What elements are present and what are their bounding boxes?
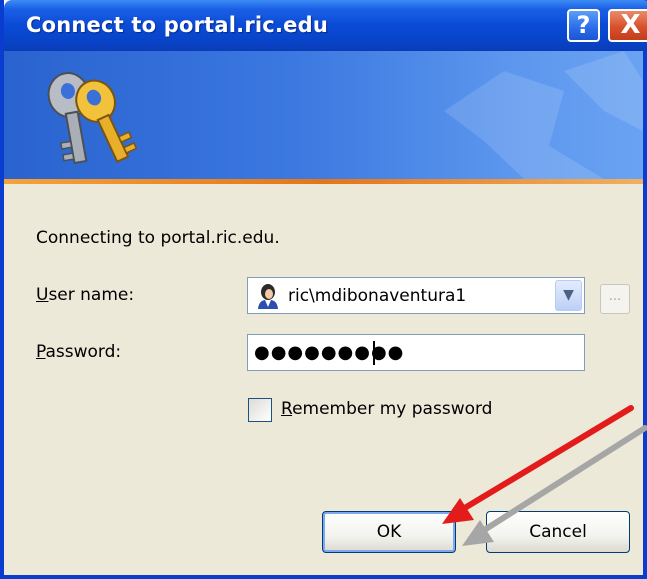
password-field[interactable]: ●●●●●●●●● — [247, 334, 585, 371]
window-title: Connect to portal.ric.edu — [26, 13, 328, 37]
password-masked-value[interactable]: ●●●●●●●●● — [254, 342, 404, 363]
username-label: User name: — [36, 285, 135, 305]
keys-icon — [47, 72, 138, 165]
text-caret — [373, 341, 375, 365]
username-value[interactable]: ric\mdibonaventura1 — [288, 286, 466, 306]
username-combobox[interactable]: ric\mdibonaventura1 ▼ — [247, 277, 585, 314]
user-account-icon — [258, 284, 278, 309]
password-label: Password: — [36, 342, 122, 362]
remember-password-label[interactable]: Remember my password — [281, 399, 492, 419]
connecting-message: Connecting to portal.ric.edu. — [36, 228, 280, 248]
ok-button[interactable]: OK — [322, 511, 456, 553]
cancel-button[interactable]: Cancel — [486, 511, 630, 553]
browse-credentials-button[interactable]: ... — [600, 284, 630, 314]
header-banner — [4, 51, 643, 179]
chevron-down-icon[interactable]: ▼ — [555, 280, 582, 311]
close-button[interactable]: X — [608, 9, 647, 42]
remember-password-checkbox[interactable] — [248, 398, 272, 422]
title-bar[interactable]: Connect to portal.ric.edu ? X — [4, 0, 647, 51]
help-button[interactable]: ? — [567, 9, 600, 42]
